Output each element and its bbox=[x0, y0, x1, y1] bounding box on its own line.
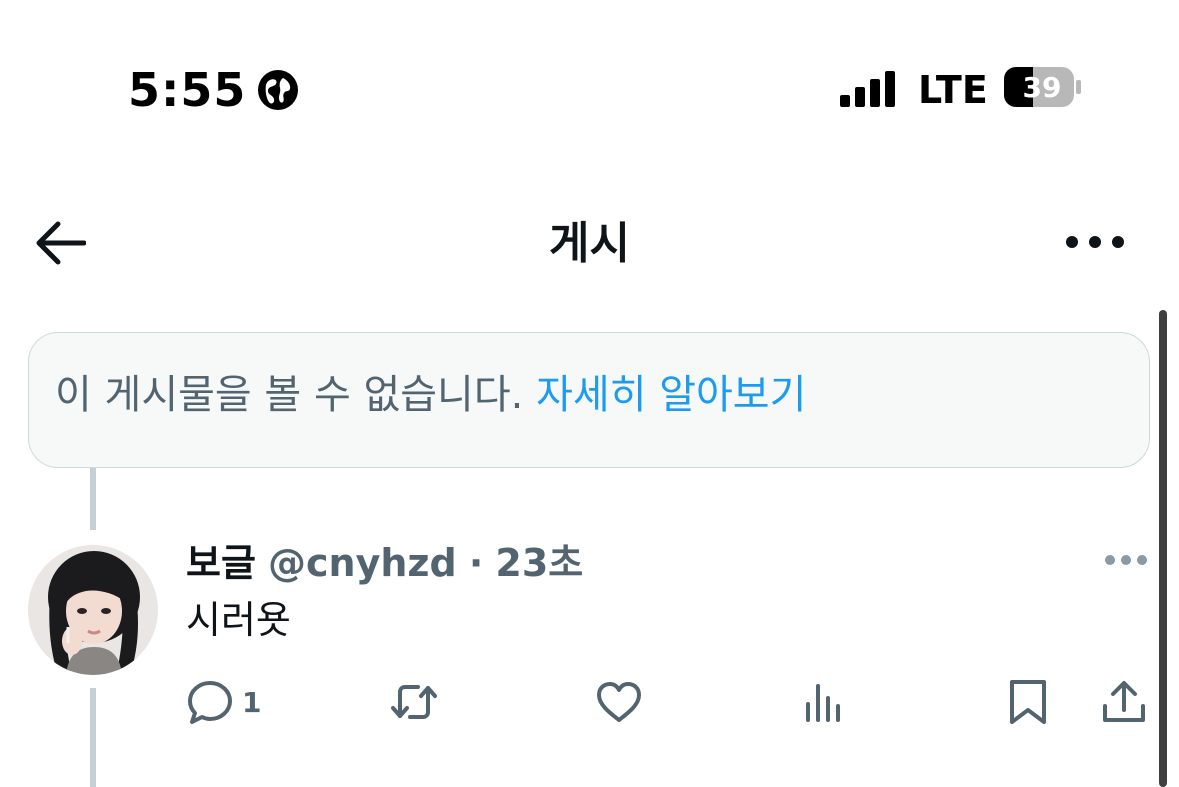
reply-icon bbox=[188, 681, 232, 724]
share-button[interactable] bbox=[1100, 678, 1148, 726]
signal-icon bbox=[840, 71, 895, 107]
bookmark-button[interactable] bbox=[1004, 678, 1052, 726]
user-handle[interactable]: @cnyhzd bbox=[268, 541, 457, 585]
bookmark-icon bbox=[1010, 680, 1046, 724]
avatar-image bbox=[28, 545, 158, 675]
retweet-icon bbox=[391, 685, 437, 719]
thread-line-top bbox=[90, 468, 96, 530]
thread-line-bottom bbox=[90, 688, 96, 787]
network-type: LTE bbox=[918, 68, 988, 112]
notice-text: 이 게시물을 볼 수 없습니다. 자세히 알아보기 bbox=[55, 365, 806, 425]
tweet-timestamp[interactable]: 23초 bbox=[495, 541, 583, 585]
tweet-text: 시러욧 bbox=[186, 598, 291, 642]
status-time: 5:55 bbox=[128, 63, 247, 117]
views-icon bbox=[806, 684, 840, 722]
avatar[interactable] bbox=[28, 545, 158, 675]
retweet-button[interactable] bbox=[390, 678, 438, 726]
globe-icon bbox=[258, 70, 298, 110]
page-title: 게시 bbox=[549, 218, 630, 269]
views-button[interactable] bbox=[800, 678, 848, 726]
tweet-header: 보글 @cnyhzd · 23초 bbox=[186, 536, 583, 590]
battery-level: 39 bbox=[1022, 71, 1062, 104]
notice-message: 이 게시물을 볼 수 없습니다. bbox=[55, 372, 524, 418]
display-name[interactable]: 보글 bbox=[186, 541, 256, 585]
reply-button[interactable]: 1 bbox=[186, 678, 261, 726]
unavailable-post-notice: 이 게시물을 볼 수 없습니다. 자세히 알아보기 bbox=[28, 332, 1150, 468]
more-icon[interactable] bbox=[1064, 232, 1126, 252]
header-separator: · bbox=[468, 541, 484, 585]
learn-more-link[interactable]: 자세히 알아보기 bbox=[536, 372, 806, 418]
like-icon bbox=[597, 682, 641, 722]
share-icon bbox=[1103, 681, 1145, 722]
scrollbar[interactable] bbox=[1159, 310, 1167, 787]
tweet-more-icon[interactable] bbox=[1104, 553, 1148, 567]
like-button[interactable] bbox=[595, 678, 643, 726]
reply-count: 1 bbox=[242, 685, 262, 719]
